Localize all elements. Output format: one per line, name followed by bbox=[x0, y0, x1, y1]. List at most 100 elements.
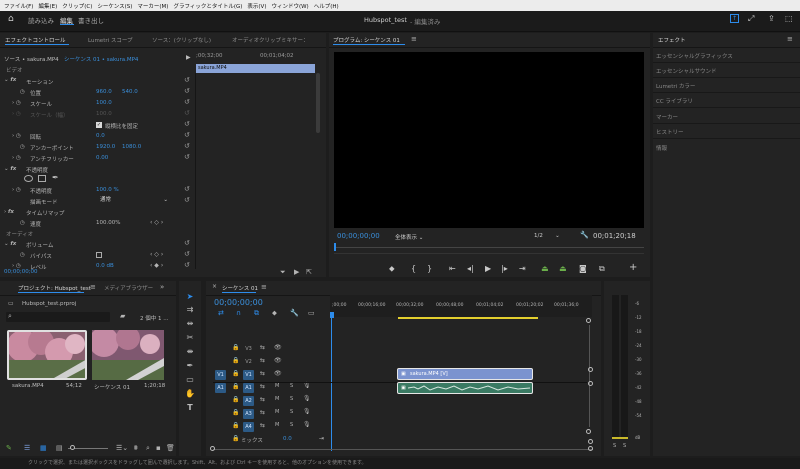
home-icon[interactable]: ⌂ bbox=[8, 14, 14, 24]
write-lock-icon[interactable]: ✎ bbox=[6, 444, 12, 452]
close-icon[interactable]: × bbox=[212, 283, 217, 290]
mute-button[interactable]: M bbox=[275, 396, 279, 402]
solo-button[interactable]: S bbox=[290, 383, 293, 389]
effects-item-essential-graphics[interactable]: エッセンシャルグラフィックス bbox=[656, 52, 733, 60]
menu-view[interactable]: 表示(V) bbox=[247, 2, 266, 10]
level-reset-icon[interactable]: ↺ bbox=[184, 261, 190, 269]
bypass-checkbox[interactable] bbox=[96, 252, 102, 258]
effects-item-history[interactable]: ヒストリー bbox=[656, 128, 684, 136]
filter-icon[interactable]: ⏷ bbox=[280, 268, 286, 277]
motion-reset-icon[interactable]: ↺ bbox=[184, 76, 190, 84]
track-label-a1[interactable]: A1 bbox=[243, 383, 254, 393]
sync-lock-icon[interactable]: ⇆ bbox=[260, 370, 265, 377]
lock-icon[interactable]: 🔒 bbox=[232, 370, 239, 377]
time-remap-expander[interactable]: › fx bbox=[4, 209, 14, 215]
video-clip[interactable]: ▣ sakura.MP4 [V] bbox=[397, 368, 533, 380]
menu-sequence[interactable]: シーケンス(S) bbox=[97, 2, 132, 10]
opacity-expander[interactable]: ⌄ fx bbox=[4, 166, 16, 172]
microphone-icon[interactable]: 🎙 bbox=[303, 421, 311, 428]
fit-select[interactable]: 全体表示 ⌄ bbox=[395, 233, 423, 241]
horizontal-scrollbar[interactable] bbox=[213, 449, 593, 450]
effects-item-markers[interactable]: マーカー bbox=[656, 113, 678, 121]
volume-expander[interactable]: ⌄ fx bbox=[4, 241, 16, 247]
tab-project[interactable]: プロジェクト: Hubspot_test bbox=[18, 284, 91, 292]
flicker-reset-icon[interactable]: ↺ bbox=[184, 153, 190, 161]
source-patch-v1[interactable]: V1 bbox=[215, 370, 226, 380]
effects-item-lumetri-color[interactable]: Lumetri カラー bbox=[656, 82, 695, 90]
new-bin-icon[interactable]: ▰ bbox=[120, 312, 125, 320]
flicker-value[interactable]: 0.00 bbox=[96, 155, 108, 161]
workspace-import[interactable]: 読み込み bbox=[28, 15, 54, 25]
program-playhead[interactable] bbox=[334, 243, 336, 251]
find-icon[interactable]: ⌕ bbox=[146, 444, 150, 453]
scale-value[interactable]: 100.0 bbox=[96, 100, 112, 106]
sync-lock-icon[interactable]: ⇆ bbox=[260, 383, 265, 390]
export-frame-camera-icon[interactable]: ◙ bbox=[579, 264, 587, 273]
more-panels-icon[interactable]: » bbox=[160, 283, 164, 291]
export-frame-icon[interactable]: ⇱ bbox=[306, 268, 312, 276]
lock-icon[interactable]: 🔒 bbox=[232, 409, 239, 416]
comparison-view-icon[interactable]: ⧉ bbox=[599, 264, 605, 274]
tab-effect-controls[interactable]: エフェクトコントロール bbox=[5, 36, 66, 44]
menu-clip[interactable]: クリップ(C) bbox=[62, 2, 92, 10]
tab-media-browser[interactable]: メディアブラウザー bbox=[104, 284, 153, 292]
stopwatch-icon[interactable]: ◷ bbox=[20, 89, 25, 95]
nest-icon[interactable]: ⇄ bbox=[218, 309, 224, 317]
solo-button[interactable]: S bbox=[290, 396, 293, 402]
zoom-scroll-bar[interactable] bbox=[334, 253, 644, 254]
sequence-thumbnail[interactable] bbox=[92, 330, 164, 380]
keyframe-nav-icon[interactable]: ‹ ◇ › bbox=[150, 219, 163, 226]
anchor-x-value[interactable]: 1920.0 bbox=[96, 144, 115, 150]
play-icon[interactable]: ▶ bbox=[485, 264, 491, 273]
opacity-reset-icon[interactable]: ↺ bbox=[184, 185, 190, 193]
uniform-scale-checkbox[interactable]: ✓ bbox=[96, 122, 102, 128]
rotation-expander[interactable]: › ◷ bbox=[12, 133, 21, 139]
list-view-icon[interactable]: ☰ bbox=[24, 444, 30, 452]
scale-expander[interactable]: › ◷ bbox=[12, 100, 21, 106]
maximize-icon[interactable]: ⬚ bbox=[785, 14, 793, 23]
anchor-y-value[interactable]: 1080.0 bbox=[122, 144, 141, 150]
track-label-a4[interactable]: A4 bbox=[243, 422, 254, 432]
uniform-scale-reset-icon[interactable]: ↺ bbox=[184, 120, 190, 128]
track-select-tool-icon[interactable]: ⇉ bbox=[184, 305, 196, 314]
captions-icon[interactable]: ▭ bbox=[308, 309, 315, 317]
sync-lock-icon[interactable]: ⇆ bbox=[260, 357, 265, 364]
vertical-scrollbar[interactable] bbox=[589, 325, 590, 427]
anchor-reset-icon[interactable]: ↺ bbox=[184, 142, 190, 150]
scroll-handle[interactable] bbox=[586, 318, 591, 323]
menu-file[interactable]: ファイル(F) bbox=[4, 2, 33, 10]
hscroll-handle-right[interactable] bbox=[588, 446, 593, 451]
hscroll-handle-left[interactable] bbox=[210, 446, 215, 451]
ellipse-mask-icon[interactable] bbox=[24, 175, 33, 182]
lock-icon[interactable]: 🔒 bbox=[232, 396, 239, 403]
anchor-stopwatch-icon[interactable]: ◷ bbox=[20, 144, 25, 150]
program-monitor-title[interactable]: プログラム: シーケンス 01 bbox=[333, 36, 400, 44]
step-forward-icon[interactable]: |▸ bbox=[501, 264, 508, 273]
menu-graphics[interactable]: グラフィックとタイトル(G) bbox=[173, 2, 242, 10]
level-value[interactable]: 0.0 dB bbox=[96, 263, 114, 269]
pen-mask-icon[interactable]: ✒ bbox=[52, 173, 59, 182]
sync-lock-icon[interactable]: ⇆ bbox=[260, 344, 265, 351]
lock-icon[interactable]: 🔒 bbox=[232, 344, 239, 351]
flicker-expander[interactable]: › ◷ bbox=[12, 155, 21, 161]
position-x-value[interactable]: 960.0 bbox=[96, 89, 112, 95]
rectangle-tool-icon[interactable]: ▭ bbox=[184, 375, 196, 384]
lift-icon[interactable]: ⏏ bbox=[541, 264, 549, 273]
track-label-v3[interactable]: V3 bbox=[243, 344, 254, 354]
slip-tool-icon[interactable]: ⇼ bbox=[184, 347, 196, 356]
fullscreen-icon[interactable]: ⤢ bbox=[748, 14, 754, 24]
bypass-reset-icon[interactable]: ↺ bbox=[184, 250, 190, 258]
solo-left-button[interactable]: S bbox=[613, 443, 616, 449]
sequence-clip-label[interactable]: シーケンス 01 • sakura.MP4 bbox=[64, 55, 138, 63]
workspace-export[interactable]: 書き出し bbox=[78, 15, 104, 25]
timeline-timecode[interactable]: 00;00;00;00 bbox=[214, 298, 263, 307]
opacity-value[interactable]: 100.0 % bbox=[96, 187, 119, 193]
menu-window[interactable]: ウィンドウ(W) bbox=[271, 2, 308, 10]
effects-item-essential-sound[interactable]: エッセンシャルサウンド bbox=[656, 67, 717, 75]
mute-button[interactable]: M bbox=[275, 383, 279, 389]
scale-reset-icon[interactable]: ↺ bbox=[184, 98, 190, 106]
track-label-v1[interactable]: V1 bbox=[243, 370, 254, 380]
solo-button[interactable]: S bbox=[290, 422, 293, 428]
microphone-icon[interactable]: 🎙 bbox=[303, 395, 311, 402]
microphone-icon[interactable]: 🎙 bbox=[303, 408, 311, 415]
